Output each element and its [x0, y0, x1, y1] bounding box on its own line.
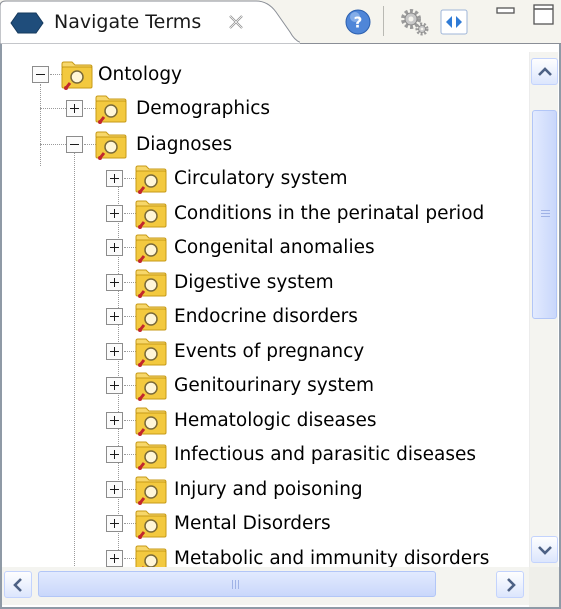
folder-icon: [135, 200, 167, 229]
tree-node-label: Ontology: [98, 64, 183, 85]
gear-icon[interactable]: [398, 6, 430, 38]
collapse-icon[interactable]: [32, 66, 49, 83]
grip-line: [541, 210, 550, 211]
expand-icon[interactable]: [106, 480, 123, 498]
expand-icon[interactable]: [106, 411, 123, 429]
help-icon[interactable]: ?: [342, 6, 374, 38]
tree-node-diagnoses[interactable]: Diagnoses: [2, 128, 529, 161]
folder-icon: [135, 303, 167, 332]
chevron-left-icon: [13, 578, 22, 592]
grip-line: [235, 580, 236, 589]
tree-guide: [40, 108, 66, 109]
tree-node-demographics[interactable]: Demographics: [2, 92, 529, 125]
tree-node-ontology[interactable]: Ontology: [2, 58, 529, 91]
scroll-down-button[interactable]: [531, 536, 558, 563]
chevron-right-icon: [507, 578, 516, 592]
tab-navigate-terms[interactable]: Navigate Terms: [0, 0, 300, 44]
expand-icon[interactable]: [106, 446, 123, 463]
grip-line: [541, 216, 550, 217]
expand-icon[interactable]: [106, 342, 123, 360]
scrollbar-corner: [529, 567, 559, 607]
tree-node-child[interactable]: Congenital anomalies: [2, 231, 529, 264]
folder-icon: [135, 338, 167, 367]
ontology-tree[interactable]: Ontology Demographics Diagnoses Circulat…: [2, 52, 529, 567]
expand-icon[interactable]: [66, 100, 83, 117]
grip-line: [541, 213, 550, 214]
tree-node-child[interactable]: Infectious and parasitic diseases: [2, 438, 529, 471]
scroll-up-button[interactable]: [531, 58, 558, 85]
folder-icon: [135, 165, 167, 194]
folder-icon: [135, 269, 167, 298]
horizontal-scroll-thumb[interactable]: [38, 571, 436, 597]
expand-icon[interactable]: [106, 170, 123, 187]
folder-icon: [95, 131, 127, 160]
view-toolbar: Navigate Terms ?: [0, 0, 561, 44]
tree-node-label: Injury and poisoning: [174, 478, 363, 500]
folder-icon: [135, 476, 167, 505]
vertical-scroll-thumb[interactable]: [532, 110, 557, 319]
vertical-scrollbar[interactable]: [529, 52, 558, 567]
tree-node-child[interactable]: Injury and poisoning: [2, 473, 529, 506]
grip-line: [238, 580, 239, 589]
scroll-right-button[interactable]: [496, 571, 524, 598]
minimize-icon[interactable]: [494, 2, 518, 26]
tree-node-label: Genitourinary system: [174, 375, 375, 396]
tree-node-child[interactable]: Genitourinary system: [2, 369, 529, 402]
tree-node-child[interactable]: Digestive system: [2, 266, 529, 299]
tree-node-label: Endocrine disorders: [174, 306, 358, 327]
tree-node-child[interactable]: Events of pregnancy: [2, 335, 529, 368]
expand-icon[interactable]: [106, 549, 123, 567]
tab-title: Navigate Terms: [54, 11, 202, 33]
tree-node-child[interactable]: Metabolic and immunity disorders: [2, 542, 529, 568]
tree-node-child[interactable]: Mental Disorders: [2, 507, 529, 540]
chevron-up-icon: [538, 67, 552, 76]
tree-node-label: Events of pregnancy: [174, 340, 365, 362]
folder-icon: [135, 407, 167, 436]
toolbar-separator: [383, 6, 384, 36]
tree-node-label: Metabolic and immunity disorders: [174, 547, 490, 568]
expand-icon[interactable]: [106, 204, 123, 222]
close-icon[interactable]: [226, 12, 246, 32]
expand-icon[interactable]: [106, 308, 123, 325]
expand-icon[interactable]: [106, 273, 123, 291]
tree-node-child[interactable]: Hematologic diseases: [2, 404, 529, 437]
tree-node-child[interactable]: Conditions in the perinatal period: [2, 197, 529, 230]
expand-icon[interactable]: [106, 377, 123, 394]
scroll-left-button[interactable]: [4, 571, 32, 598]
hexagon-icon: [10, 12, 44, 34]
folder-icon: [135, 545, 167, 567]
folder-icon: [95, 95, 127, 124]
tree-node-label: Infectious and parasitic diseases: [174, 444, 477, 465]
svg-text:?: ?: [354, 14, 363, 32]
folder-icon: [135, 510, 167, 539]
tree-node-label: Conditions in the perinatal period: [174, 202, 485, 224]
tree-node-label: Congenital anomalies: [174, 237, 375, 258]
folder-icon: [61, 61, 93, 90]
chevron-down-icon: [538, 546, 552, 555]
grip-line: [232, 580, 233, 589]
tree-node-child[interactable]: Circulatory system: [2, 162, 529, 195]
tree-node-label: Circulatory system: [174, 168, 348, 189]
tree-node-child[interactable]: Endocrine disorders: [2, 300, 529, 333]
horizontal-scrollbar[interactable]: [2, 567, 529, 605]
tree-node-label: Demographics: [136, 98, 271, 119]
tree-node-label: Mental Disorders: [174, 513, 331, 534]
tree-node-label: Digestive system: [174, 271, 334, 293]
tree-node-label: Diagnoses: [136, 134, 233, 155]
arrows-icon[interactable]: [438, 6, 470, 38]
maximize-icon[interactable]: [531, 2, 557, 28]
tree-node-label: Hematologic diseases: [174, 409, 377, 431]
collapse-icon[interactable]: [66, 136, 83, 153]
folder-icon: [135, 441, 167, 470]
folder-icon: [135, 372, 167, 401]
expand-icon[interactable]: [106, 239, 123, 256]
folder-icon: [135, 234, 167, 263]
expand-icon[interactable]: [106, 515, 123, 532]
tree-guide: [40, 144, 66, 145]
